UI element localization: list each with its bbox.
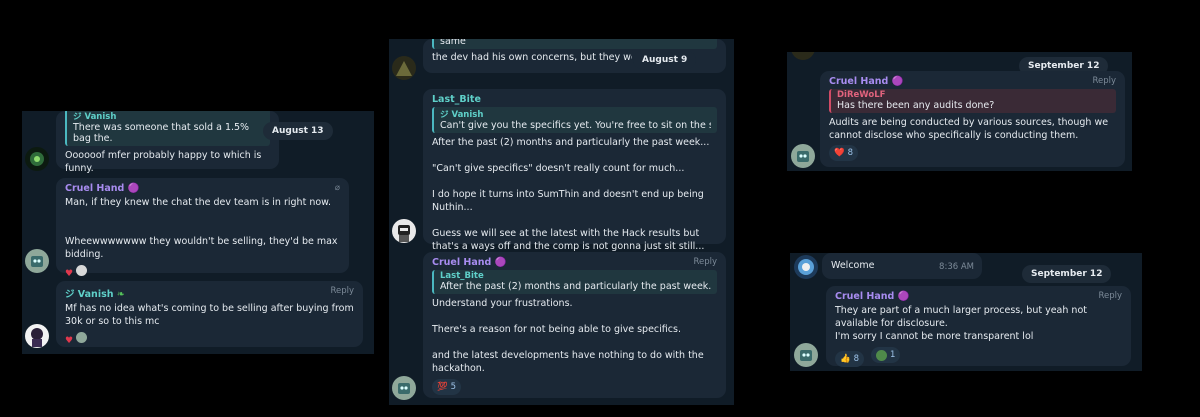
reactions: 💯 5 — [432, 379, 717, 395]
message-text-clip: the dev had his own concerns, but they w… — [432, 51, 632, 65]
sender-name: Cruel Hand 🟣 — [65, 183, 140, 194]
message-text: Oooooof mfer probably happy to which is … — [65, 150, 265, 174]
avatar-image-icon — [798, 259, 814, 275]
message-bubble[interactable]: Last_Bite ジ Vanish Can't give you the sp… — [423, 89, 726, 252]
quote-author: DiReWoLF — [837, 90, 886, 100]
message-bubble[interactable]: Cruel Hand 🟣 Man, if they knew the chat … — [56, 178, 349, 279]
sender-name: Last_Bite — [432, 94, 481, 105]
anime-avatar-icon — [31, 328, 43, 347]
robot-avatar-icon — [398, 225, 410, 242]
user-avatar — [791, 52, 815, 60]
date-separator: September 12 — [1022, 265, 1112, 283]
thumbs-up-icon: 👍 — [840, 353, 851, 364]
reply-button[interactable]: Reply — [1098, 291, 1122, 301]
reaction-count: 8 — [847, 148, 854, 158]
message-text: the dev had his own concerns, but they w… — [432, 52, 632, 63]
message-bubble[interactable]: ジ Vanish There was someone that sold a 1… — [56, 111, 279, 189]
message-bubble[interactable]: ジ Vanish ❧ Reply Mf has no idea what's c… — [56, 281, 363, 347]
chat-panel-3: September 12 Cruel Hand 🟣 Reply DiReWoLF… — [787, 52, 1132, 171]
user-avatar[interactable] — [794, 343, 818, 367]
avatar-image-icon — [396, 61, 412, 76]
message-text: After the past (2) months and particular… — [432, 137, 710, 252]
reaction-chip[interactable]: 💯 5 — [432, 379, 462, 395]
message-time: 8:36 AM — [939, 262, 974, 272]
user-avatar[interactable] — [25, 147, 49, 171]
leaf-icon: ❧ — [116, 289, 125, 300]
sender-name: ジ Vanish ❧ — [65, 289, 125, 300]
reply-button[interactable]: Reply — [693, 257, 717, 267]
message-bubble[interactable]: Welcome 8:36 AM — [822, 253, 982, 279]
reaction-count: 1 — [890, 350, 896, 360]
quote-text: There was someone that sold a 1.5% bag t… — [73, 122, 250, 144]
reactor-avatar — [76, 265, 88, 276]
date-separator: August 9 — [633, 51, 697, 69]
sender-name: Cruel Hand 🟣 — [829, 76, 904, 87]
message-text: Mf has no idea what's coming to be selli… — [65, 303, 357, 327]
heart-reaction-icon: ❤️ — [834, 148, 845, 158]
purple-face-icon: 🟣 — [127, 183, 140, 194]
user-avatar[interactable] — [392, 376, 416, 400]
message-bubble[interactable]: Cruel Hand 🟣 Reply DiReWoLF Has there be… — [820, 71, 1125, 167]
user-avatar[interactable] — [794, 255, 818, 279]
message-bubble[interactable]: Cruel Hand 🟣 Reply They are part of a mu… — [826, 286, 1131, 367]
purple-face-icon: 🟣 — [891, 76, 904, 87]
hundred-emoji-icon: 💯 — [437, 382, 448, 392]
robot-avatar-icon — [31, 256, 43, 267]
heart-reaction-icon[interactable]: ♥ — [65, 269, 73, 279]
user-avatar[interactable] — [392, 56, 416, 80]
message-text: Understand your frustrations. There's a … — [432, 298, 704, 374]
purple-face-icon: 🟣 — [494, 257, 507, 268]
chat-panel-2: same the dev had his own concerns, but t… — [389, 39, 734, 405]
message-text: Welcome — [831, 260, 875, 271]
reply-quote[interactable]: Last_Bite After the past (2) months and … — [432, 270, 717, 294]
message-text: They are part of a much larger process, … — [835, 305, 1087, 342]
quote-author: Last_Bite — [440, 271, 484, 281]
reply-quote[interactable]: same — [432, 39, 717, 49]
plant-creature-icon — [876, 349, 888, 361]
sender-name: Cruel Hand 🟣 — [432, 257, 507, 268]
reaction-count: 8 — [853, 353, 860, 364]
purple-face-icon: 🟣 — [897, 291, 910, 302]
reaction-chip[interactable]: 👍 8 — [835, 350, 865, 367]
date-separator: August 13 — [263, 122, 333, 140]
heart-reaction-icon[interactable]: ♥ — [65, 336, 73, 346]
quote-author: ジ Vanish — [440, 110, 484, 120]
reaction-chip[interactable]: ❤️ 8 — [829, 145, 859, 161]
user-avatar[interactable] — [25, 249, 49, 273]
quote-text: same — [440, 39, 466, 47]
reactions: ♥ — [65, 265, 340, 279]
reaction-count: 5 — [450, 382, 457, 392]
reactions: ❤️ 8 — [829, 145, 1116, 161]
reactions: 👍 8 1 — [835, 347, 1122, 367]
reply-button[interactable]: Reply — [330, 286, 354, 296]
pinned-icon[interactable]: ⌀ — [335, 183, 340, 193]
reaction-chip[interactable]: 1 — [871, 347, 901, 363]
reactions: ♥ — [65, 332, 354, 346]
avatar-image-icon — [30, 152, 44, 166]
robot-avatar-icon — [398, 383, 410, 394]
robot-avatar-icon — [797, 151, 809, 162]
quote-text: Can't give you the specifics yet. You're… — [440, 120, 711, 131]
quote-text: Has there been any audits done? — [837, 100, 995, 111]
quote-author: ジ Vanish — [73, 112, 117, 122]
reply-button[interactable]: Reply — [1092, 76, 1116, 86]
message-text: Audits are being conducted by various so… — [829, 117, 1112, 141]
reply-quote[interactable]: ジ Vanish Can't give you the specifics ye… — [432, 107, 717, 133]
reactor-avatar — [76, 332, 88, 343]
sender-name: Cruel Hand 🟣 — [835, 291, 910, 302]
quote-text: After the past (2) months and particular… — [440, 281, 711, 292]
chat-panel-1: ジ Vanish There was someone that sold a 1… — [22, 111, 374, 354]
robot-avatar-icon — [800, 350, 812, 361]
reply-quote[interactable]: DiReWoLF Has there been any audits done? — [829, 89, 1116, 113]
user-avatar[interactable] — [791, 144, 815, 168]
message-text: Man, if they knew the chat the dev team … — [65, 197, 338, 260]
reply-quote[interactable]: ジ Vanish There was someone that sold a 1… — [65, 111, 270, 146]
user-avatar[interactable] — [392, 219, 416, 243]
chat-panel-4: Welcome 8:36 AM September 12 Cruel Hand … — [790, 253, 1142, 371]
message-bubble[interactable]: Cruel Hand 🟣 Reply Last_Bite After the p… — [423, 252, 726, 398]
user-avatar[interactable] — [25, 324, 49, 348]
